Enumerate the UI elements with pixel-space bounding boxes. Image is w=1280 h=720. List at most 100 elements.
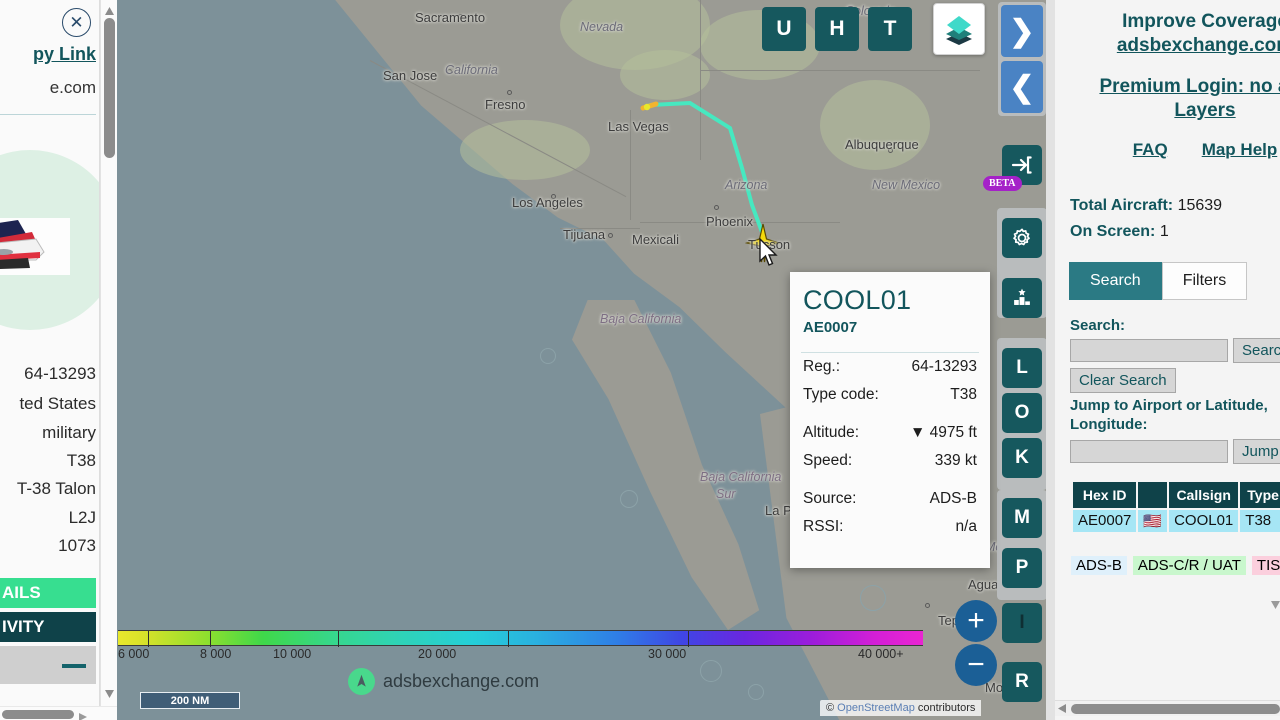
right-sidebar[interactable]: Improve Coverage adsbexchange.com Premiu… bbox=[1055, 0, 1280, 720]
nav-arrow-right-button[interactable]: ❯ bbox=[1001, 5, 1043, 57]
adsbexchange-link[interactable]: adsbexchange.com bbox=[1055, 34, 1280, 58]
table-cell-flag[interactable]: 🇺🇸 bbox=[1138, 509, 1168, 532]
statistics-button[interactable] bbox=[1002, 278, 1042, 318]
search-row: Search bbox=[1055, 338, 1280, 364]
popup-row-value: 339 kt bbox=[934, 452, 977, 470]
layers-icon bbox=[946, 16, 972, 45]
city-dot bbox=[458, 14, 463, 19]
map-rail-button-l[interactable]: L bbox=[1002, 348, 1042, 388]
close-icon[interactable]: ✕ bbox=[62, 8, 91, 37]
layers-link[interactable]: Layers bbox=[1055, 99, 1280, 123]
popup-row: Altitude: ▼ 4975 ft bbox=[790, 419, 990, 447]
table-header-cell[interactable] bbox=[1138, 481, 1168, 508]
legend-chip-ads-b[interactable]: ADS-B bbox=[1071, 555, 1127, 575]
beta-badge: BETA bbox=[983, 176, 1022, 191]
scroll-down-arrow-icon[interactable] bbox=[104, 686, 115, 698]
jump-label: Jump to Airport or Latitude, Longitude: bbox=[1055, 397, 1280, 435]
table-cell-hex[interactable]: AE0007 bbox=[1073, 509, 1137, 532]
map-button-u[interactable]: U bbox=[762, 7, 806, 51]
right-panel-scroll-arrow-icon[interactable] bbox=[1270, 600, 1280, 613]
map-rail-button-r[interactable]: R bbox=[1002, 662, 1042, 702]
scroll-left-arrow-icon[interactable] bbox=[1057, 703, 1067, 717]
altitude-tick-label: 40 000+ bbox=[858, 647, 904, 661]
terrain-blob bbox=[460, 120, 590, 180]
tab-filters[interactable]: Filters bbox=[1161, 262, 1248, 301]
map-help-link[interactable]: Map Help bbox=[1202, 140, 1278, 160]
zoom-out-button[interactable]: − bbox=[955, 644, 997, 686]
settings-button[interactable] bbox=[1002, 218, 1042, 258]
terrain-blob bbox=[820, 80, 930, 170]
sidebar-vertical-scrollbar[interactable] bbox=[100, 0, 117, 706]
sidebar-horizontal-scrollbar[interactable] bbox=[0, 706, 117, 720]
table-header-cell[interactable]: Type bbox=[1240, 481, 1280, 508]
map-nav-arrow-group: ❯ ❮ bbox=[998, 2, 1046, 116]
search-button[interactable]: Search bbox=[1233, 338, 1280, 364]
table-header-row: Hex ID Callsign Type bbox=[1073, 481, 1280, 508]
scrollbar-thumb-horizontal[interactable] bbox=[2, 710, 74, 719]
city-dot bbox=[447, 69, 452, 74]
clear-search-button[interactable]: Clear Search bbox=[1070, 368, 1176, 394]
detail-value: T-38 Talon bbox=[16, 479, 96, 498]
popup-row-value: n/a bbox=[955, 518, 977, 536]
gear-icon bbox=[1013, 228, 1030, 246]
map-button-t[interactable]: T bbox=[868, 7, 912, 51]
openstreetmap-link[interactable]: OpenStreetMap bbox=[837, 702, 915, 714]
popup-row-value: ADS-B bbox=[929, 490, 977, 508]
legend-chip-tis-b[interactable]: TIS-B bbox=[1251, 555, 1280, 575]
jump-row: Jump bbox=[1055, 438, 1280, 464]
scroll-up-arrow-icon[interactable] bbox=[104, 3, 115, 15]
map-rail-button-i[interactable]: I bbox=[1002, 603, 1042, 643]
aircraft-detail-sidebar[interactable]: ✕ py Link e.com 64-13293 ted States milita… bbox=[0, 0, 100, 706]
map-rail-button-p[interactable]: P bbox=[1002, 548, 1042, 588]
layers-button[interactable] bbox=[933, 3, 985, 55]
dash-indicator bbox=[62, 664, 86, 668]
detail-value: ted States bbox=[19, 394, 96, 413]
scrollbar-thumb-horizontal[interactable] bbox=[1071, 704, 1280, 714]
right-panel-horizontal-scrollbar[interactable] bbox=[1055, 700, 1280, 716]
table-cell-callsign[interactable]: COOL01 bbox=[1169, 509, 1239, 532]
legend-chip-ads-c-r-uat[interactable]: ADS-C/R / UAT bbox=[1132, 555, 1246, 575]
aircraft-stats-block: Total Aircraft: 15639 On Screen: 1 bbox=[1055, 193, 1280, 244]
altitude-tick-label: 8 000 bbox=[200, 647, 232, 661]
altitude-tick bbox=[148, 631, 149, 647]
popup-detail-rows: Reg.: 64-13293 Type code: T38 Altitude: ▼ 497… bbox=[790, 353, 990, 541]
table-row[interactable]: AE0007 🇺🇸 COOL01 T38 bbox=[1073, 509, 1280, 532]
tab-activity[interactable]: IVITY bbox=[0, 612, 96, 642]
map-rail-button-o[interactable]: O bbox=[1002, 393, 1042, 433]
tab-search[interactable]: Search bbox=[1069, 262, 1162, 301]
scrollbar-thumb[interactable] bbox=[104, 18, 115, 158]
aircraft-photo[interactable] bbox=[0, 218, 70, 275]
tab-details[interactable]: AILS bbox=[0, 578, 96, 608]
nav-arrow-left-button[interactable]: ❮ bbox=[1001, 61, 1043, 113]
table-header-cell[interactable]: Callsign bbox=[1169, 481, 1239, 508]
map-rail-button-k[interactable]: K bbox=[1002, 438, 1042, 478]
login-arrow-icon bbox=[1011, 156, 1032, 174]
table-body: AE0007 🇺🇸 COOL01 T38 bbox=[1073, 509, 1280, 532]
zoom-in-button[interactable]: + bbox=[955, 600, 997, 642]
map-button-h[interactable]: H bbox=[815, 7, 859, 51]
premium-login-link[interactable]: Premium Login: no ads bbox=[1055, 75, 1280, 99]
help-links-row: FAQ Map Help bbox=[1055, 140, 1280, 160]
total-aircraft-row: Total Aircraft: 15639 bbox=[1070, 193, 1280, 219]
search-input[interactable] bbox=[1070, 339, 1228, 363]
sea-marker bbox=[620, 490, 638, 508]
aircraft-table[interactable]: Hex ID Callsign Type AE0007 🇺🇸 COOL01 T38 bbox=[1055, 480, 1280, 534]
jump-button[interactable]: Jump bbox=[1233, 438, 1280, 464]
state-border bbox=[700, 70, 980, 71]
map-rail-button-m[interactable]: M bbox=[1002, 498, 1042, 538]
aircraft-info-popup[interactable]: COOL01 AE0007 Reg.: 64-13293 Type code: T38… bbox=[790, 272, 990, 568]
city-dot bbox=[888, 148, 893, 153]
state-border bbox=[700, 0, 701, 160]
sidebar-tabs: Search Filters bbox=[1055, 262, 1280, 301]
copy-link-button[interactable]: py Link bbox=[33, 44, 96, 65]
scroll-right-arrow-icon[interactable] bbox=[78, 709, 88, 720]
table-cell-type[interactable]: T38 bbox=[1240, 509, 1280, 532]
altitude-tick bbox=[210, 631, 211, 647]
faq-link[interactable]: FAQ bbox=[1133, 140, 1168, 160]
brand-text: adsbexchange.com bbox=[383, 671, 540, 691]
table-header-cell[interactable]: Hex ID bbox=[1073, 481, 1137, 508]
improve-coverage-block: Improve Coverage adsbexchange.com bbox=[1055, 10, 1280, 59]
jump-input[interactable] bbox=[1070, 439, 1228, 463]
total-aircraft-label: Total Aircraft: bbox=[1070, 197, 1174, 215]
popup-hex-id: AE0007 bbox=[803, 319, 858, 337]
